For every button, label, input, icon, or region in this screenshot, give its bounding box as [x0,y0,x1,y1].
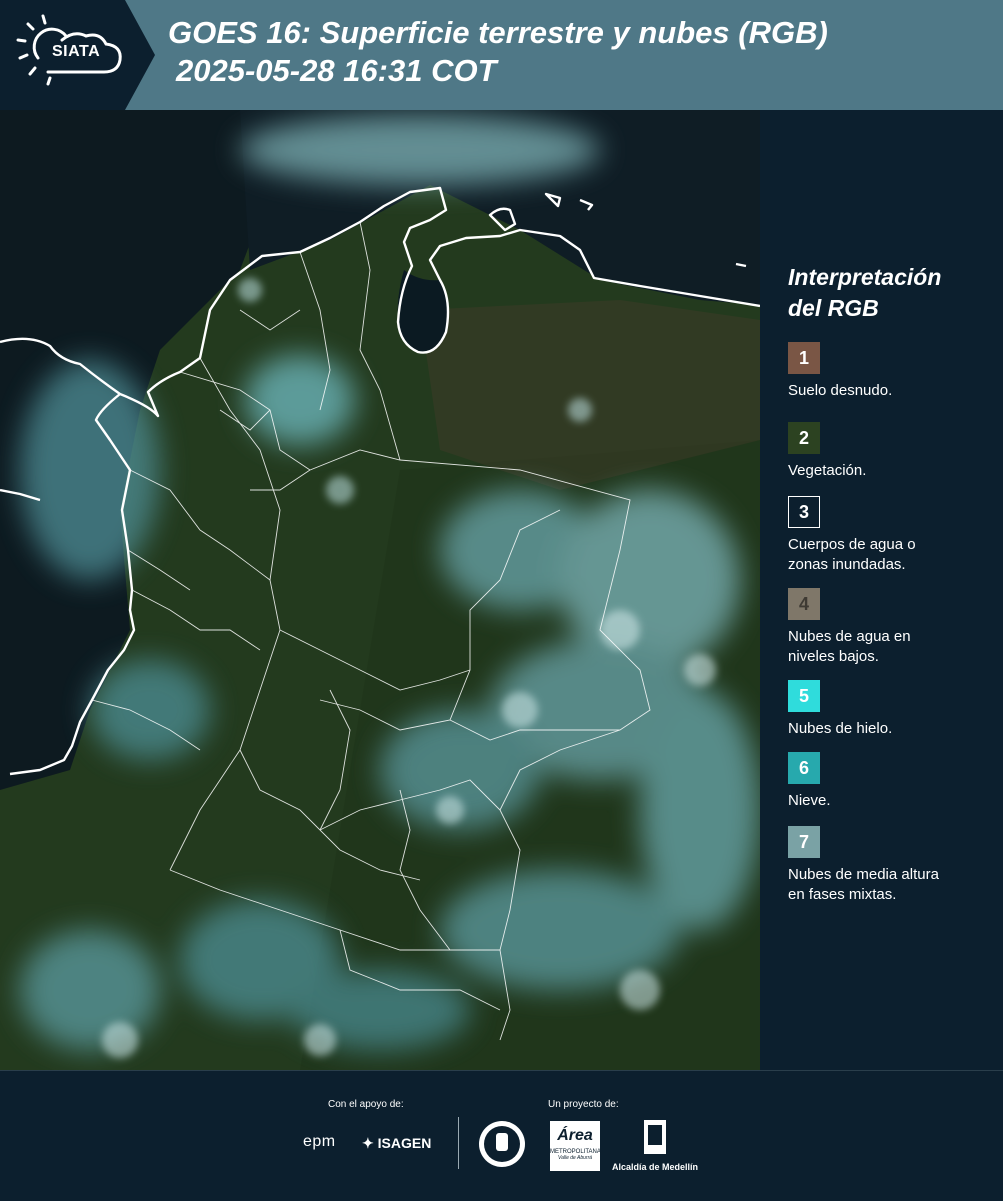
satellite-map [0,110,760,1070]
title-timestamp: 2025-05-28 16:31 COT [176,53,497,88]
legend-item-3: 3 Cuerpos de agua o zonas inundadas. [788,496,993,575]
project-label: Un proyecto de: [548,1099,619,1110]
epm-logo-text: epm [303,1133,336,1150]
legend-swatch: 6 [788,752,820,784]
legend-title-line-1: Interpretación [788,264,942,290]
footer-divider [458,1117,459,1169]
legend-label: Suelo desnudo. [788,382,893,399]
alcaldia-shield-icon [644,1120,666,1154]
isagen-mark-icon: ✦ [362,1135,374,1151]
legend-swatch: 2 [788,422,820,454]
isagen-logo: ✦ ISAGEN [362,1135,431,1152]
support-label: Con el apoyo de: [328,1099,404,1110]
area-metropolitana-logo: Área METROPOLITANA Valle de Aburrá [550,1121,601,1171]
legend-item-7: 7 Nubes de media altura en fases mixtas. [788,826,993,905]
legend-item-1: 1 Suelo desnudo. [788,342,993,401]
legend-label: Cuerpos de agua o zonas inundadas. [788,536,916,573]
page-title: GOES 16: Superficie terrestre y nubes (R… [168,14,828,90]
alcaldia-logo-text: Alcaldía de Medellín [611,1162,699,1172]
title-line-1: GOES 16: Superficie terrestre y nubes (R… [168,15,828,50]
legend-item-4: 4 Nubes de agua en niveles bajos. [788,588,993,667]
legend-label: Nieve. [788,792,831,809]
legend-label: Nubes de hielo. [788,720,893,737]
area-logo-sub2: Valle de Aburrá [557,1155,593,1161]
legend-swatch: 5 [788,680,820,712]
legend-swatch: 4 [788,588,820,620]
legend-swatch: 3 [788,496,820,528]
legend-item-2: 2 Vegetación. [788,422,993,481]
legend-title-line-2: del RGB [788,295,879,321]
legend-swatch: 1 [788,342,820,374]
legend-title: Interpretación del RGB [788,262,993,324]
legend-label: Nubes de agua en niveles bajos. [788,628,911,665]
footer: Con el apoyo de: Un proyecto de: epm ✦ I… [0,1070,1003,1201]
alcaldia-medellin-logo: Alcaldía de Medellín [610,1119,700,1172]
legend-label: Vegetación. [788,462,867,479]
isagen-logo-text: ISAGEN [377,1135,432,1151]
legend-item-6: 6 Nieve. [788,752,993,811]
siata-logo-text: SIATA [52,43,101,60]
area-logo-text: Área [557,1127,593,1144]
header: SIATA GOES 16: Superficie terrestre y nu… [0,0,1003,110]
epm-logo: epm [303,1133,336,1151]
legend-item-5: 5 Nubes de hielo. [788,680,993,739]
legend-label: Nubes de media altura en fases mixtas. [788,866,939,903]
legend-swatch: 7 [788,826,820,858]
medellin-seal-icon [477,1119,527,1174]
rgb-legend: Interpretación del RGB [788,262,993,346]
siata-logo: SIATA [0,0,155,110]
